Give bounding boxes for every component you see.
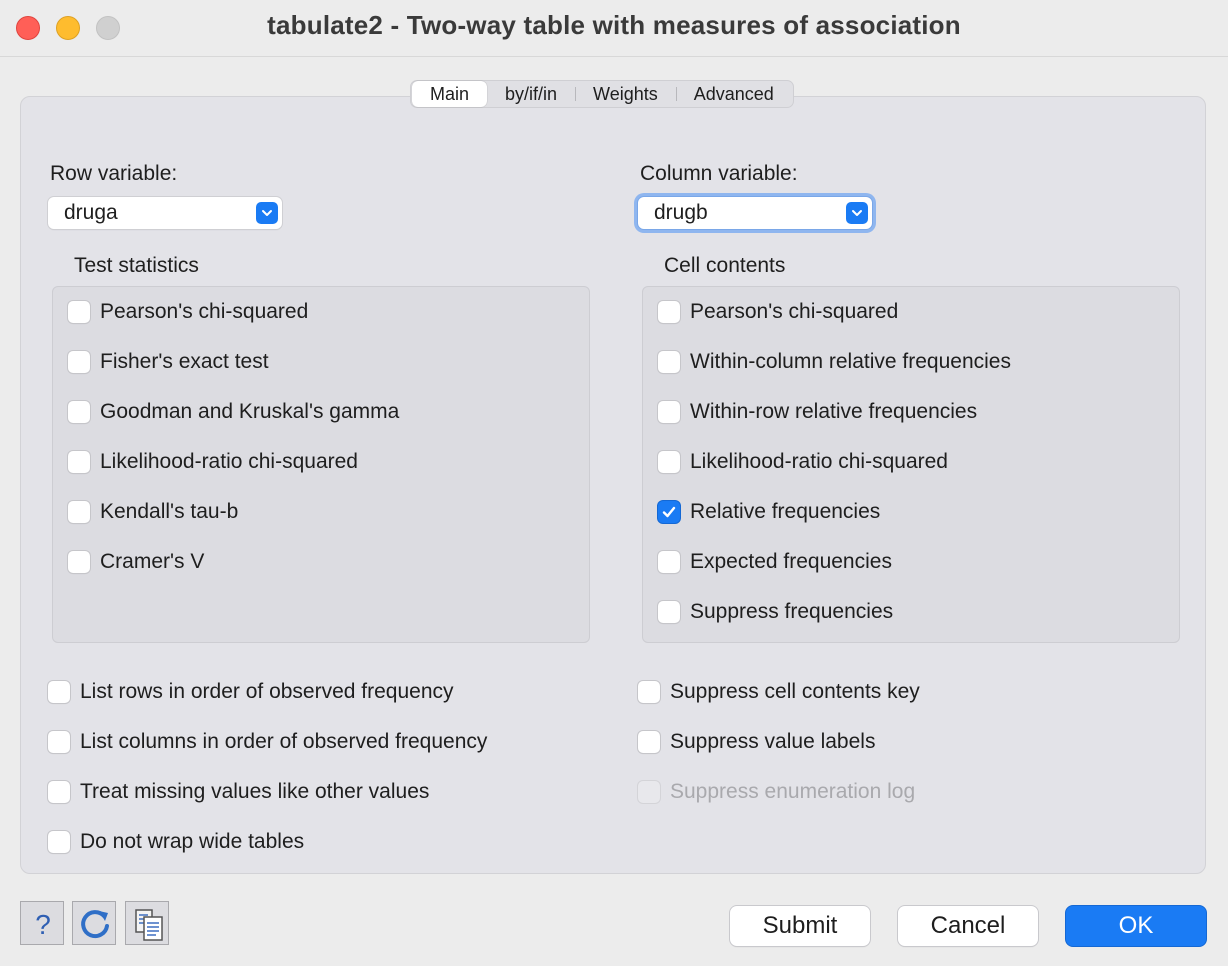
chevron-down-icon [256, 202, 278, 224]
checkbox[interactable] [68, 401, 90, 423]
row-variable-value: druga [64, 201, 118, 224]
checkbox[interactable] [68, 551, 90, 573]
option-likelihood-ratio-chi-squared[interactable]: Likelihood-ratio chi-squared [658, 448, 948, 476]
option-suppress-frequencies[interactable]: Suppress frequencies [658, 598, 893, 626]
option-kendall-s-tau-b[interactable]: Kendall's tau-b [68, 498, 238, 526]
checkbox[interactable] [68, 301, 90, 323]
option-suppress-value-labels[interactable]: Suppress value labels [638, 728, 875, 756]
checkbox[interactable] [68, 451, 90, 473]
checkbox-label: Suppress enumeration log [670, 780, 916, 803]
checkbox[interactable] [68, 351, 90, 373]
checkbox[interactable] [48, 781, 70, 803]
refresh-icon [81, 910, 109, 939]
checkbox-label: Treat missing values like other values [80, 780, 430, 803]
option-list-rows-in-order-of-observed-frequency[interactable]: List rows in order of observed frequency [48, 678, 454, 706]
checkbox-label: Pearson's chi-squared [100, 300, 309, 323]
option-within-row-relative-frequencies[interactable]: Within-row relative frequencies [658, 398, 977, 426]
checkbox-label: Kendall's tau-b [100, 500, 239, 523]
checkbox-label: Likelihood-ratio chi-squared [100, 450, 358, 473]
test-statistics-title: Test statistics [74, 254, 199, 277]
option-suppress-cell-contents-key[interactable]: Suppress cell contents key [638, 678, 920, 706]
checkbox[interactable] [638, 681, 660, 703]
option-expected-frequencies[interactable]: Expected frequencies [658, 548, 892, 576]
column-variable-select[interactable]: drugb [638, 197, 872, 229]
tab-advanced[interactable]: Advanced [675, 81, 792, 107]
checkmark-icon [662, 506, 676, 518]
checkbox-label: Expected frequencies [690, 550, 892, 573]
row-variable-select[interactable]: druga [48, 197, 282, 229]
copy-command-icon [135, 909, 163, 941]
checkbox[interactable] [48, 831, 70, 853]
checkbox-label: Suppress frequencies [690, 600, 894, 623]
option-pearson-s-chi-squared[interactable]: Pearson's chi-squared [658, 298, 898, 326]
submit-button[interactable]: Submit [730, 906, 870, 946]
checkbox-label: Cramer's V [100, 550, 205, 573]
tab-main[interactable]: Main [412, 81, 488, 107]
checkbox[interactable] [48, 681, 70, 703]
option-list-columns-in-order-of-observed-frequency[interactable]: List columns in order of observed freque… [48, 728, 487, 756]
column-variable-label: Column variable: [640, 162, 798, 185]
option-treat-missing-values-like-other-values[interactable]: Treat missing values like other values [48, 778, 429, 806]
reset-button[interactable] [72, 901, 116, 945]
checkbox-label: Fisher's exact test [100, 350, 269, 373]
checkbox[interactable] [658, 301, 680, 323]
checkbox[interactable] [658, 351, 680, 373]
checkbox-label: List rows in order of observed frequency [80, 680, 454, 703]
question-mark-icon: ? [35, 909, 51, 940]
option-pearson-s-chi-squared[interactable]: Pearson's chi-squared [68, 298, 308, 326]
checkbox-label: Within-row relative frequencies [690, 400, 978, 423]
option-goodman-and-kruskal-s-gamma[interactable]: Goodman and Kruskal's gamma [68, 398, 399, 426]
checkbox-label: List columns in order of observed freque… [80, 730, 488, 753]
title-bar: tabulate2 - Two-way table with measures … [0, 0, 1228, 56]
checkbox-label: Pearson's chi-squared [690, 300, 899, 323]
window-title: tabulate2 - Two-way table with measures … [267, 10, 961, 40]
option-relative-frequencies[interactable]: Relative frequencies [658, 498, 880, 526]
option-within-column-relative-frequencies[interactable]: Within-column relative frequencies [658, 348, 1011, 376]
checkbox-label: Suppress value labels [670, 730, 876, 753]
option-do-not-wrap-wide-tables[interactable]: Do not wrap wide tables [48, 828, 304, 856]
checkbox[interactable] [658, 551, 680, 573]
checkbox [638, 781, 660, 803]
checkbox-label: Suppress cell contents key [670, 680, 920, 703]
checkbox[interactable] [658, 501, 680, 523]
tab-weights[interactable]: Weights [575, 81, 676, 107]
option-likelihood-ratio-chi-squared[interactable]: Likelihood-ratio chi-squared [68, 448, 358, 476]
checkbox[interactable] [638, 731, 660, 753]
checkbox[interactable] [68, 501, 90, 523]
checkbox-label: Within-column relative frequencies [690, 350, 1011, 373]
help-button[interactable]: ? [20, 901, 64, 945]
chevron-down-icon [846, 202, 868, 224]
option-cramer-s-v[interactable]: Cramer's V [68, 548, 204, 576]
checkbox[interactable] [658, 451, 680, 473]
checkbox-label: Likelihood-ratio chi-squared [690, 450, 948, 473]
column-variable-value: drugb [654, 201, 708, 224]
checkbox-label: Do not wrap wide tables [80, 830, 305, 853]
svg-text:?: ? [35, 909, 51, 940]
tab-by-if-in[interactable]: by/if/in [487, 81, 575, 107]
option-fisher-s-exact-test[interactable]: Fisher's exact test [68, 348, 269, 376]
checkbox-label: Goodman and Kruskal's gamma [100, 400, 400, 423]
checkbox[interactable] [658, 601, 680, 623]
option-suppress-enumeration-log: Suppress enumeration log [638, 778, 915, 806]
row-variable-label: Row variable: [50, 162, 178, 185]
cancel-button[interactable]: Cancel [898, 906, 1038, 946]
cell-contents-title: Cell contents [664, 254, 786, 277]
title-divider [0, 56, 1228, 57]
checkbox-label: Relative frequencies [690, 500, 881, 523]
tab-bar: Main by/if/in Weights Advanced [410, 80, 794, 108]
ok-button[interactable]: OK [1066, 906, 1206, 946]
copy-command-button[interactable] [125, 901, 169, 945]
checkbox[interactable] [658, 401, 680, 423]
checkbox[interactable] [48, 731, 70, 753]
